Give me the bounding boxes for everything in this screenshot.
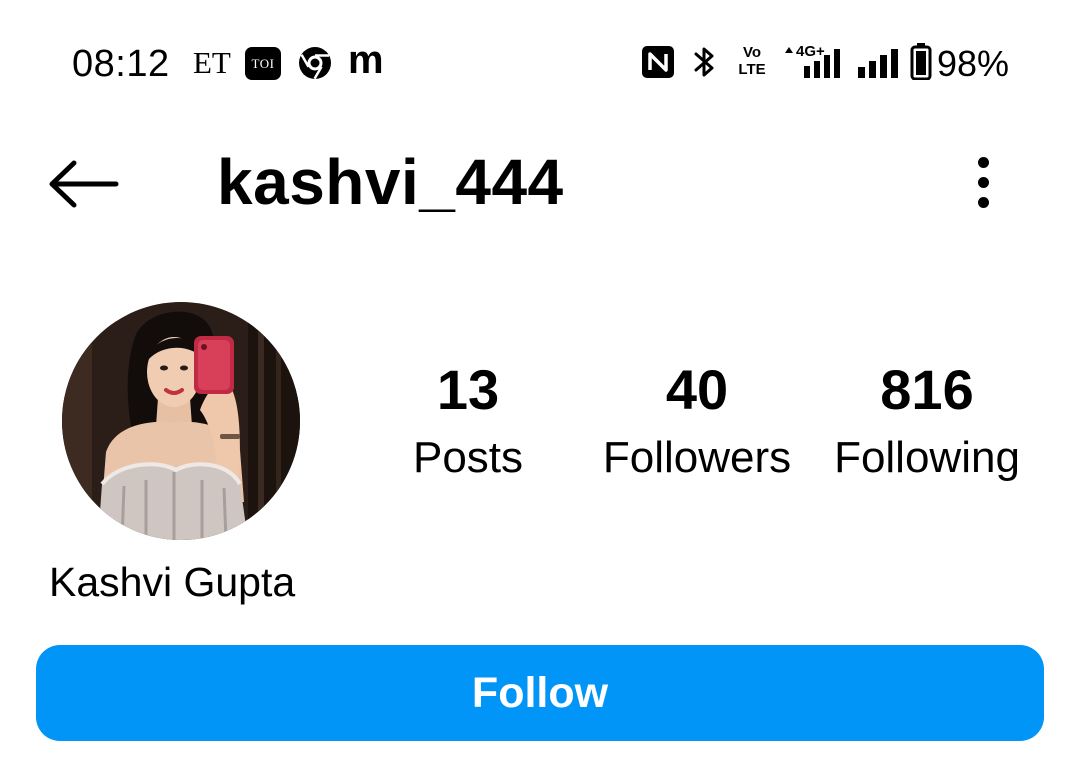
signal-4g-icon: 4G+ (782, 42, 844, 80)
toi-icon: TOI (245, 47, 281, 80)
volte-line-2: LTE (738, 61, 766, 78)
battery-percent: 98% (937, 43, 1010, 84)
m-icon: m (348, 38, 384, 82)
signal-icon (856, 46, 902, 80)
back-button[interactable] (44, 150, 124, 218)
follow-button[interactable]: Follow (36, 645, 1044, 741)
volte-icon: Vo LTE (732, 44, 772, 78)
following-label: Following (834, 433, 1020, 482)
profile-avatar[interactable] (62, 302, 300, 540)
more-vertical-icon-dot-middle (978, 177, 989, 188)
status-clock: 08:12 (72, 43, 170, 85)
following-count: 816 (880, 358, 974, 421)
followers-stat[interactable]: 40 Followers (586, 356, 808, 484)
posts-count: 13 (436, 358, 500, 421)
bluetooth-icon (692, 44, 716, 80)
nfc-icon (642, 46, 674, 78)
battery-icon (910, 42, 932, 81)
followers-label: Followers (602, 433, 792, 482)
posts-label: Posts (412, 433, 524, 482)
posts-stat: 13 Posts (398, 356, 538, 484)
chrome-icon (298, 46, 332, 80)
arrow-left-icon (49, 160, 119, 208)
more-options-button[interactable] (964, 150, 1004, 214)
followers-count: 40 (665, 358, 729, 421)
profile-username: kashvi_444 (217, 146, 564, 218)
more-vertical-icon-dot-top (978, 157, 989, 168)
volte-line-1: Vo (742, 44, 762, 61)
et-icon: ET (193, 45, 231, 80)
profile-display-name: Kashvi Gupta (49, 559, 296, 605)
network-type-label: 4G+ (796, 43, 825, 60)
following-stat[interactable]: 816 Following (818, 356, 1036, 484)
more-vertical-icon-dot-bottom (978, 197, 989, 208)
status-bar: 08:12 ET TOI m Vo LTE 4G+ 98% (0, 0, 1080, 128)
